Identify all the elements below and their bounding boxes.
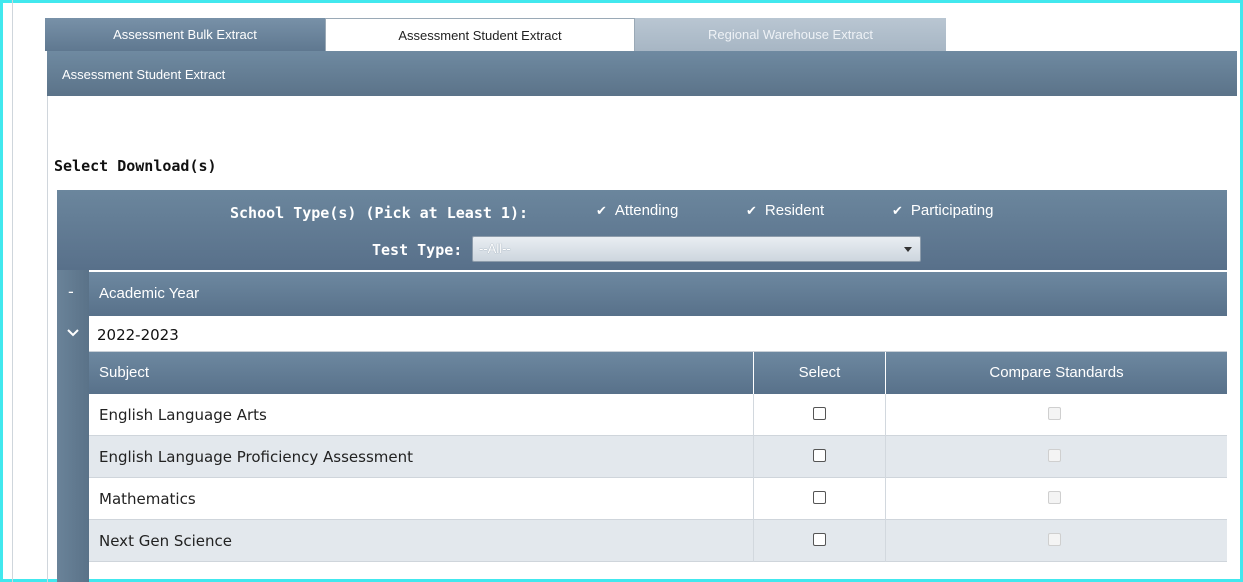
subject-cell: English Language Proficiency Assessment (89, 436, 754, 478)
dropdown-arrow-icon (904, 247, 912, 252)
checkbox-resident[interactable]: ✔ Resident (746, 202, 824, 219)
compare-standards-checkbox (1048, 407, 1061, 420)
compare-cell (886, 478, 1227, 520)
checkmark-icon: ✔ (596, 202, 607, 218)
academic-year-header: Academic Year (89, 272, 1227, 316)
tab-assessment-bulk-extract[interactable]: Assessment Bulk Extract (45, 18, 325, 51)
select-downloads-title: Select Download(s) (54, 157, 217, 175)
tab-assessment-student-extract[interactable]: Assessment Student Extract (325, 18, 635, 52)
test-type-label: Test Type: (372, 241, 463, 259)
column-header-select: Select (754, 352, 886, 394)
subject-cell: Next Gen Science (89, 520, 754, 562)
table-row: English Language Arts (89, 394, 1227, 436)
tab-bar: Assessment Bulk Extract Assessment Stude… (45, 18, 1237, 52)
subject-cell: Mathematics (89, 478, 754, 520)
table-row: English Language Proficiency Assessment (89, 436, 1227, 478)
table-header: Subject Select Compare Standards (89, 352, 1227, 394)
test-type-select[interactable]: --All-- (472, 236, 921, 262)
compare-standards-checkbox (1048, 449, 1061, 462)
checkbox-label: Resident (764, 202, 825, 219)
select-cell (754, 478, 886, 520)
checkbox-label: Attending (614, 202, 679, 219)
select-cell (754, 436, 886, 478)
column-header-subject: Subject (89, 352, 754, 394)
tab-regional-warehouse-extract[interactable]: Regional Warehouse Extract (635, 18, 946, 51)
chevron-down-icon (67, 329, 79, 337)
select-cell (754, 394, 886, 436)
column-header-compare-standards: Compare Standards (989, 364, 1124, 381)
subjects-table: Subject Select Compare Standards English… (89, 352, 1227, 562)
select-cell (754, 520, 886, 562)
checkbox-label: Participating (910, 202, 994, 219)
table-row: Next Gen Science (89, 520, 1227, 562)
subject-cell: English Language Arts (89, 394, 754, 436)
compare-cell (886, 436, 1227, 478)
compare-cell (886, 394, 1227, 436)
academic-year-value[interactable]: 2022-2023 (89, 316, 1227, 352)
test-type-value: --All-- (479, 241, 511, 256)
left-divider (12, 0, 13, 582)
checkmark-icon: ✔ (892, 202, 903, 218)
expand-year-button[interactable] (57, 316, 89, 348)
select-checkbox[interactable] (813, 533, 826, 546)
collapse-academic-year-button[interactable]: - (57, 270, 89, 316)
compare-standards-checkbox (1048, 491, 1061, 504)
select-checkbox[interactable] (813, 407, 826, 420)
school-type-label: School Type(s) (Pick at Least 1): (230, 204, 529, 222)
select-checkbox[interactable] (813, 449, 826, 462)
minus-icon: - (68, 282, 74, 301)
checkbox-attending[interactable]: ✔ Attending (596, 202, 678, 219)
section-header: Assessment Student Extract (47, 51, 1237, 96)
compare-cell (886, 520, 1227, 562)
checkmark-icon: ✔ (746, 202, 757, 218)
select-checkbox[interactable] (813, 491, 826, 504)
compare-standards-checkbox (1048, 533, 1061, 546)
checkbox-participating[interactable]: ✔ Participating (892, 202, 993, 219)
table-row: Mathematics (89, 478, 1227, 520)
